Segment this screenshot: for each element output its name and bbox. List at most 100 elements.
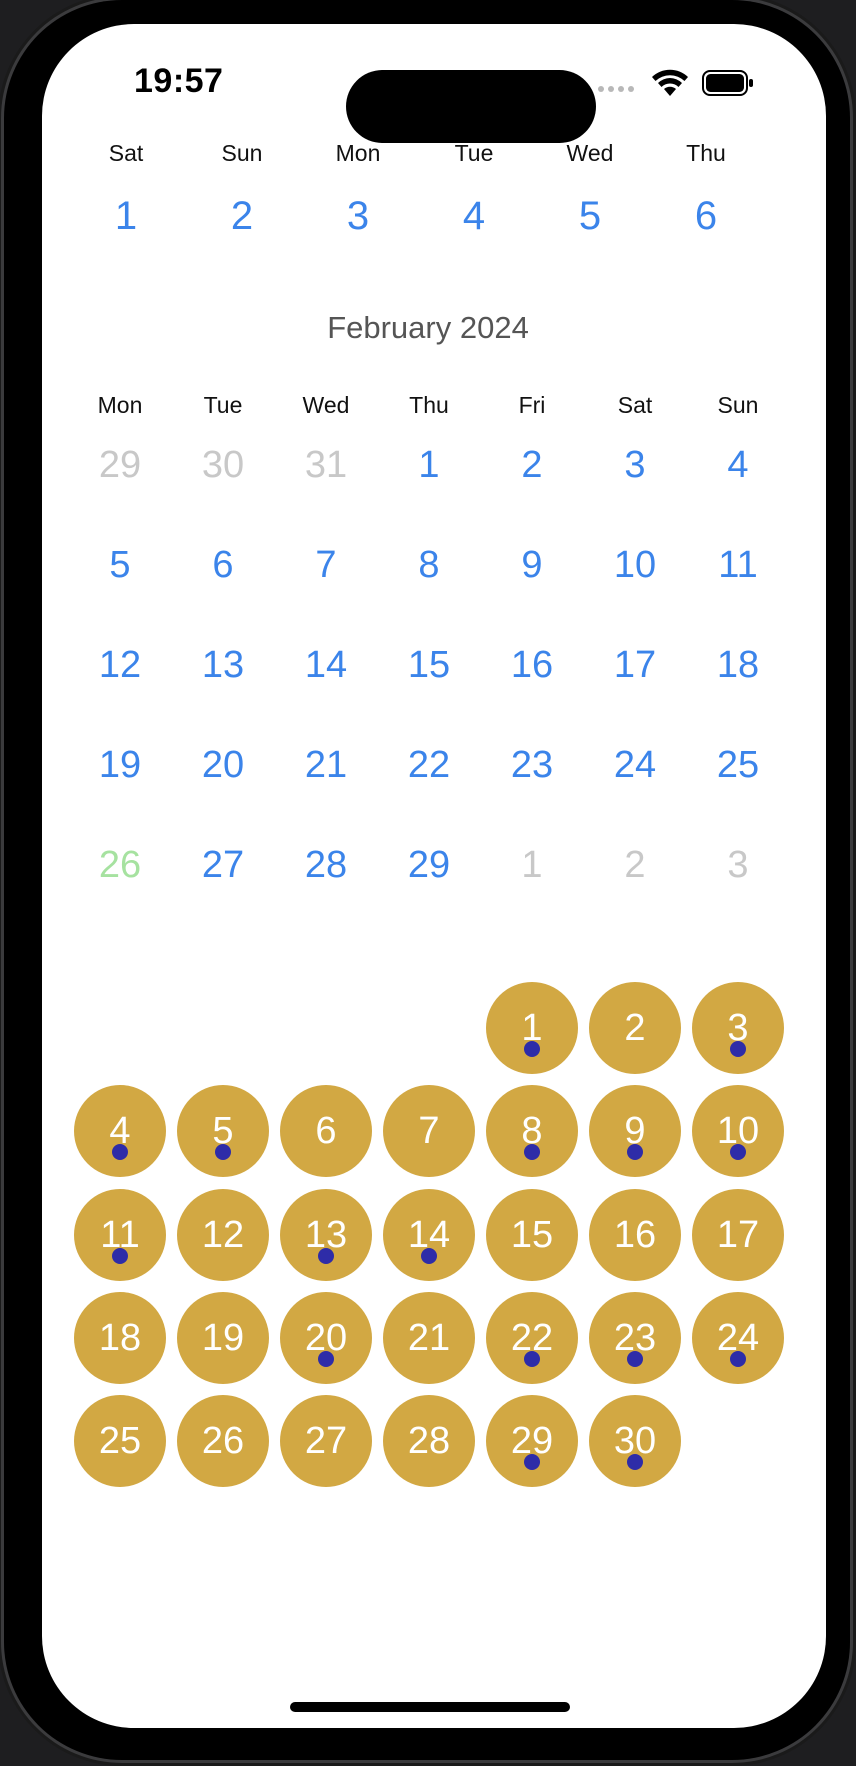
event-dot-icon [730,1144,746,1160]
week-strip-label: Mon [335,140,381,166]
event-day-circle[interactable]: 6 [280,1085,372,1177]
event-day-circle[interactable]: 2 [589,982,681,1074]
event-day-circle[interactable]: 24 [692,1292,784,1384]
calendar-day[interactable]: 12 [75,644,165,687]
event-day-circle[interactable]: 29 [486,1395,578,1487]
weekday-label: Mon [97,392,143,418]
event-day-circle[interactable]: 11 [74,1189,166,1281]
event-day-number: 18 [98,1316,142,1359]
event-dot-icon [112,1248,128,1264]
event-dot-icon [524,1454,540,1470]
calendar-day[interactable]: 18 [693,644,783,687]
calendar-day[interactable]: 3 [693,844,783,887]
event-dot-icon [730,1041,746,1057]
event-day-circle[interactable]: 20 [280,1292,372,1384]
event-dot-icon [318,1248,334,1264]
calendar-day[interactable]: 7 [281,544,371,587]
event-dot-icon [627,1351,643,1367]
calendar-day[interactable]: 25 [693,744,783,787]
event-dot-icon [421,1248,437,1264]
calendar-day[interactable]: 19 [75,744,165,787]
event-dot-icon [524,1351,540,1367]
event-day-circle[interactable]: 13 [280,1189,372,1281]
calendar-day[interactable]: 20 [178,744,268,787]
calendar-day[interactable]: 24 [590,744,680,787]
weekday-label: Thu [409,392,449,418]
week-strip-day[interactable]: 5 [550,194,630,239]
event-dot-icon [112,1144,128,1160]
event-day-circle[interactable]: 25 [74,1395,166,1487]
week-strip-label: Tue [454,140,494,166]
calendar-day[interactable]: 10 [590,544,680,587]
calendar-day[interactable]: 15 [384,644,474,687]
event-day-circle[interactable]: 26 [177,1395,269,1487]
event-day-circle[interactable]: 8 [486,1085,578,1177]
weekday-label: Tue [203,392,243,418]
calendar-day[interactable]: 6 [178,544,268,587]
event-day-number: 25 [98,1419,142,1462]
week-strip-day[interactable]: 3 [318,194,398,239]
event-day-circle[interactable]: 1 [486,982,578,1074]
event-day-circle[interactable]: 21 [383,1292,475,1384]
weekday-label: Sat [617,392,653,418]
event-day-circle[interactable]: 16 [589,1189,681,1281]
calendar-day[interactable]: 11 [693,544,783,587]
event-day-circle[interactable]: 17 [692,1189,784,1281]
calendar-day-today[interactable]: 26 [75,844,165,887]
event-day-circle[interactable]: 9 [589,1085,681,1177]
event-day-number: 2 [624,1006,646,1049]
calendar-day[interactable]: 22 [384,744,474,787]
week-strip-day[interactable]: 2 [202,194,282,239]
event-day-circle[interactable]: 15 [486,1189,578,1281]
calendar-day[interactable]: 2 [487,444,577,487]
calendar-day[interactable]: 5 [75,544,165,587]
calendar-day[interactable]: 1 [487,844,577,887]
calendar-day[interactable]: 8 [384,544,474,587]
week-strip-day[interactable]: 6 [666,194,746,239]
calendar-day[interactable]: 2 [590,844,680,887]
calendar-day[interactable]: 29 [384,844,474,887]
event-dot-icon [524,1144,540,1160]
event-day-number: 28 [407,1419,451,1462]
wifi-icon [652,69,688,96]
event-day-circle[interactable]: 22 [486,1292,578,1384]
calendar-day[interactable]: 23 [487,744,577,787]
event-dot-icon [318,1351,334,1367]
week-strip-label: Wed [566,140,614,166]
event-day-circle[interactable]: 5 [177,1085,269,1177]
event-day-circle[interactable]: 12 [177,1189,269,1281]
event-day-circle[interactable]: 14 [383,1189,475,1281]
calendar-day[interactable]: 27 [178,844,268,887]
event-day-circle[interactable]: 27 [280,1395,372,1487]
event-day-circle[interactable]: 18 [74,1292,166,1384]
calendar-day[interactable]: 14 [281,644,371,687]
event-day-circle[interactable]: 10 [692,1085,784,1177]
event-day-circle[interactable]: 4 [74,1085,166,1177]
calendar-day[interactable]: 30 [178,444,268,487]
event-day-circle[interactable]: 23 [589,1292,681,1384]
week-strip-day[interactable]: 4 [434,194,514,239]
event-dot-icon [627,1144,643,1160]
status-time: 19:57 [134,62,224,100]
calendar-day[interactable]: 3 [590,444,680,487]
calendar-day[interactable]: 13 [178,644,268,687]
event-day-circle[interactable]: 7 [383,1085,475,1177]
calendar-day[interactable]: 9 [487,544,577,587]
event-dot-icon [215,1144,231,1160]
calendar-day[interactable]: 31 [281,444,371,487]
event-day-circle[interactable]: 30 [589,1395,681,1487]
calendar-day[interactable]: 29 [75,444,165,487]
event-day-circle[interactable]: 3 [692,982,784,1074]
calendar-day[interactable]: 16 [487,644,577,687]
home-indicator[interactable] [290,1702,570,1712]
event-day-circle[interactable]: 19 [177,1292,269,1384]
calendar-day[interactable]: 28 [281,844,371,887]
calendar-day[interactable]: 1 [384,444,474,487]
week-strip-day[interactable]: 1 [86,194,166,239]
event-dot-icon [730,1351,746,1367]
calendar-day[interactable]: 21 [281,744,371,787]
event-day-number: 15 [510,1213,554,1256]
calendar-day[interactable]: 17 [590,644,680,687]
event-day-circle[interactable]: 28 [383,1395,475,1487]
calendar-day[interactable]: 4 [693,444,783,487]
